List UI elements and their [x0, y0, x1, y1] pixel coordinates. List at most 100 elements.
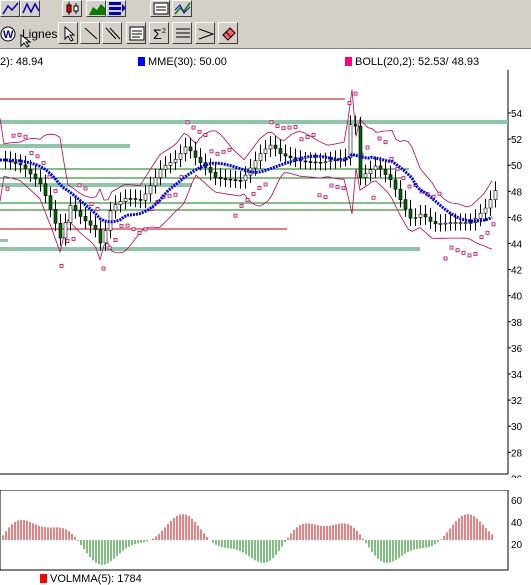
candle-body — [148, 185, 153, 195]
candle-body — [218, 176, 223, 179]
sar-dot — [431, 194, 436, 199]
price-tick-label: 52 — [511, 135, 523, 146]
sar-dot — [449, 245, 454, 250]
sar-dot — [59, 263, 64, 268]
candle-body — [23, 164, 28, 170]
sar-dot — [389, 156, 394, 161]
w-logo-icon[interactable]: W — [0, 26, 16, 42]
sar-dot — [101, 266, 106, 271]
volume-tick-label: 20 — [511, 540, 523, 551]
price-tick-label: 50 — [511, 161, 523, 172]
horizontal-lines-button[interactable] — [172, 22, 192, 44]
sar-dot — [365, 145, 370, 150]
support-zone-2[interactable] — [0, 144, 130, 148]
sar-dot — [35, 154, 40, 159]
sar-dot — [371, 195, 376, 200]
sar-dot — [113, 238, 118, 242]
candle-body — [103, 230, 108, 244]
candle-body — [28, 168, 33, 175]
trend-line-button[interactable] — [80, 22, 100, 44]
sar-dot — [95, 207, 100, 211]
sar-dot — [479, 235, 484, 240]
candle-body — [253, 160, 258, 169]
area-chart-button[interactable] — [86, 0, 106, 17]
compare-button[interactable] — [172, 0, 192, 17]
first-indicator-value: 2): 48.94 — [0, 56, 44, 68]
candle-body — [88, 220, 93, 226]
candle-body — [138, 199, 143, 201]
candle-body — [93, 224, 98, 230]
candle-body — [58, 222, 63, 239]
sar-dot — [317, 193, 322, 198]
sar-dot — [485, 230, 490, 235]
candle-body — [98, 229, 103, 244]
candle-body — [78, 210, 83, 217]
price-tick-label: 30 — [511, 422, 523, 433]
sigma-button[interactable]: Σ2 — [149, 22, 169, 44]
candle-body — [238, 179, 243, 182]
price-tick-label: 26 — [511, 474, 523, 478]
sar-dot — [197, 129, 202, 134]
area-chart-icon — [89, 4, 105, 15]
candlestick-chart-icon — [66, 2, 79, 15]
candle-body — [428, 216, 433, 222]
support-zone-4[interactable] — [0, 239, 8, 242]
line-chart-button[interactable] — [0, 0, 20, 17]
sar-dot — [11, 133, 16, 138]
candle-body — [493, 190, 498, 200]
candle-body — [403, 199, 408, 210]
text-tool-button[interactable] — [126, 22, 146, 44]
sar-dot — [227, 147, 232, 152]
sar-dot — [119, 223, 124, 228]
sar-dot — [383, 140, 388, 145]
candle-body — [193, 150, 198, 158]
support-zone-1[interactable] — [0, 120, 508, 124]
candle-body — [328, 160, 333, 163]
candle-body — [463, 222, 468, 224]
candle-body — [128, 198, 133, 200]
price-tick-label: 44 — [511, 240, 523, 251]
indicator-list-button[interactable] — [150, 0, 170, 17]
parallel-lines-button[interactable] — [102, 22, 122, 44]
candle-body — [308, 161, 313, 163]
candle-body — [263, 148, 268, 154]
sar-dot — [281, 126, 286, 131]
candlestick-chart-button[interactable] — [62, 0, 82, 17]
price-chart[interactable]: 54 52 50 48 46 44 42 40 38 36 34 32 30 28 26 — [0, 70, 531, 478]
candle-body — [183, 146, 188, 154]
volume-panel[interactable]: 60 40 20 — [0, 490, 531, 572]
candle-body — [43, 183, 48, 196]
price-tick-label: 40 — [511, 292, 523, 303]
mme-legend-text: MME(30): 50.00 — [148, 56, 227, 68]
svg-text:Σ: Σ — [153, 26, 162, 42]
support-zone-3[interactable] — [0, 183, 192, 187]
volume-tick-label: 40 — [511, 518, 523, 529]
sar-dot — [269, 120, 274, 125]
trend-line-icon — [84, 27, 98, 40]
sar-dot — [77, 183, 82, 188]
sar-dot — [329, 183, 334, 188]
candle-body — [243, 174, 248, 182]
eraser-button[interactable] — [218, 22, 238, 44]
candle-body — [313, 161, 318, 164]
price-axis-labels: 54 52 50 48 46 44 42 40 38 36 34 32 30 28 26 — [508, 109, 523, 478]
sar-dot — [305, 135, 310, 139]
candle-body — [168, 162, 173, 166]
candle-body — [483, 207, 488, 214]
volume-axis-labels: 60 40 20 — [511, 496, 523, 551]
fan-lines-button[interactable] — [195, 22, 215, 44]
candle-body — [303, 160, 308, 163]
sar-dot — [23, 134, 28, 139]
select-tool-button[interactable] — [58, 22, 78, 44]
sar-dot — [89, 202, 94, 207]
chart-type-toolbar — [0, 0, 531, 18]
candle-body — [278, 148, 283, 155]
candle-body — [143, 193, 148, 201]
zigzag-chart-button[interactable] — [20, 0, 40, 17]
bar-chart-button[interactable] — [106, 0, 126, 17]
sar-dot — [245, 197, 250, 202]
sar-dot — [83, 186, 88, 191]
sar-dot — [143, 227, 148, 232]
support-zone-5[interactable] — [0, 247, 420, 251]
sar-dot — [251, 191, 256, 196]
